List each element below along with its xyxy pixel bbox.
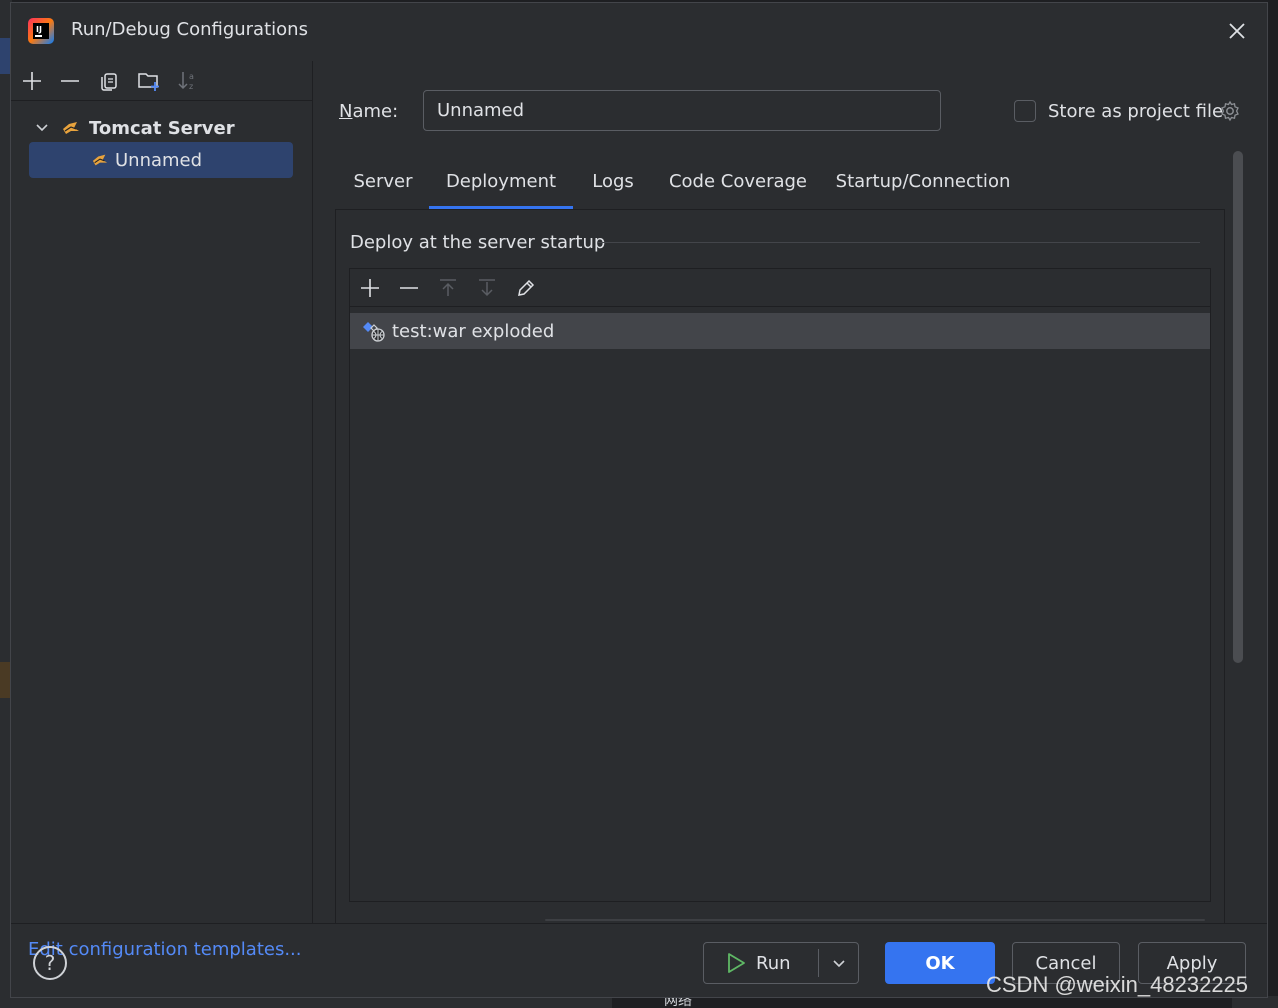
tomcat-icon	[91, 152, 109, 168]
chevron-down-icon[interactable]	[826, 951, 852, 977]
gear-icon[interactable]	[1218, 99, 1242, 123]
store-as-project-file-checkbox[interactable]	[1014, 100, 1036, 122]
background-highlight-strip	[0, 662, 10, 698]
deployment-panel: Deploy at the server startup test:war ex…	[335, 209, 1225, 923]
web-artifact-icon	[362, 319, 386, 343]
artifact-label: test:war exploded	[392, 320, 555, 342]
add-icon[interactable]	[20, 69, 44, 93]
sort-icon[interactable]: az	[176, 69, 200, 93]
section-divider	[598, 242, 1200, 243]
watermark: CSDN @weixin_48232225	[986, 972, 1249, 997]
tab-logs[interactable]: Logs	[573, 153, 653, 209]
artifact-row[interactable]: test:war exploded	[350, 313, 1210, 349]
section-title: Deploy at the server startup	[350, 232, 606, 253]
tree-group-tomcat-server[interactable]: Tomcat Server	[33, 115, 293, 141]
edit-artifact-icon[interactable]	[514, 276, 538, 300]
background-selection-strip	[0, 38, 10, 74]
play-icon	[726, 952, 746, 974]
remove-artifact-icon[interactable]	[397, 276, 421, 300]
title-bar: IJ Run/Debug Configurations	[11, 3, 1267, 61]
add-artifact-icon[interactable]	[358, 276, 382, 300]
remove-icon[interactable]	[58, 69, 82, 93]
configurations-sidebar: az Tomcat Server Unnamed Edit configurat…	[11, 61, 313, 960]
tab-startup-connection[interactable]: Startup/Connection	[823, 153, 1023, 209]
tab-server[interactable]: Server	[337, 153, 429, 209]
help-button[interactable]: ?	[33, 946, 67, 980]
dialog-title: Run/Debug Configurations	[71, 19, 308, 40]
move-up-icon[interactable]	[436, 276, 460, 300]
svg-text:z: z	[189, 82, 193, 91]
run-button-separator	[818, 949, 819, 977]
move-down-icon[interactable]	[475, 276, 499, 300]
tree-item-label: Unnamed	[115, 149, 203, 171]
tab-code-coverage[interactable]: Code Coverage	[653, 153, 823, 209]
tree-group-label: Tomcat Server	[89, 117, 235, 139]
run-debug-dialog: IJ Run/Debug Configurations az Tomcat Se…	[10, 2, 1268, 998]
artifacts-toolbar	[350, 269, 1210, 307]
tomcat-icon	[61, 119, 81, 137]
ok-button[interactable]: OK	[885, 942, 995, 984]
chevron-down-icon[interactable]	[33, 119, 51, 137]
intellij-logo-icon: IJ	[27, 17, 55, 45]
tree-item-unnamed[interactable]: Unnamed	[29, 142, 293, 178]
tab-deployment[interactable]: Deployment	[429, 153, 573, 209]
horizontal-scrollbar[interactable]	[545, 919, 1205, 921]
vertical-scrollbar[interactable]	[1233, 151, 1243, 663]
run-button[interactable]: Run	[703, 942, 859, 984]
new-folder-icon[interactable]	[137, 69, 161, 93]
copy-icon[interactable]	[97, 69, 121, 93]
close-icon[interactable]	[1221, 15, 1253, 47]
store-as-project-file-label: Store as project file	[1048, 101, 1224, 122]
sidebar-toolbar: az	[11, 61, 313, 101]
name-label-rest: ame:	[352, 101, 399, 122]
svg-text:a: a	[189, 72, 194, 81]
artifacts-list: test:war exploded	[349, 268, 1211, 902]
name-field[interactable]	[423, 90, 941, 131]
run-button-label: Run	[756, 952, 791, 974]
svg-text:IJ: IJ	[36, 25, 42, 34]
name-label: Name:	[339, 101, 399, 122]
